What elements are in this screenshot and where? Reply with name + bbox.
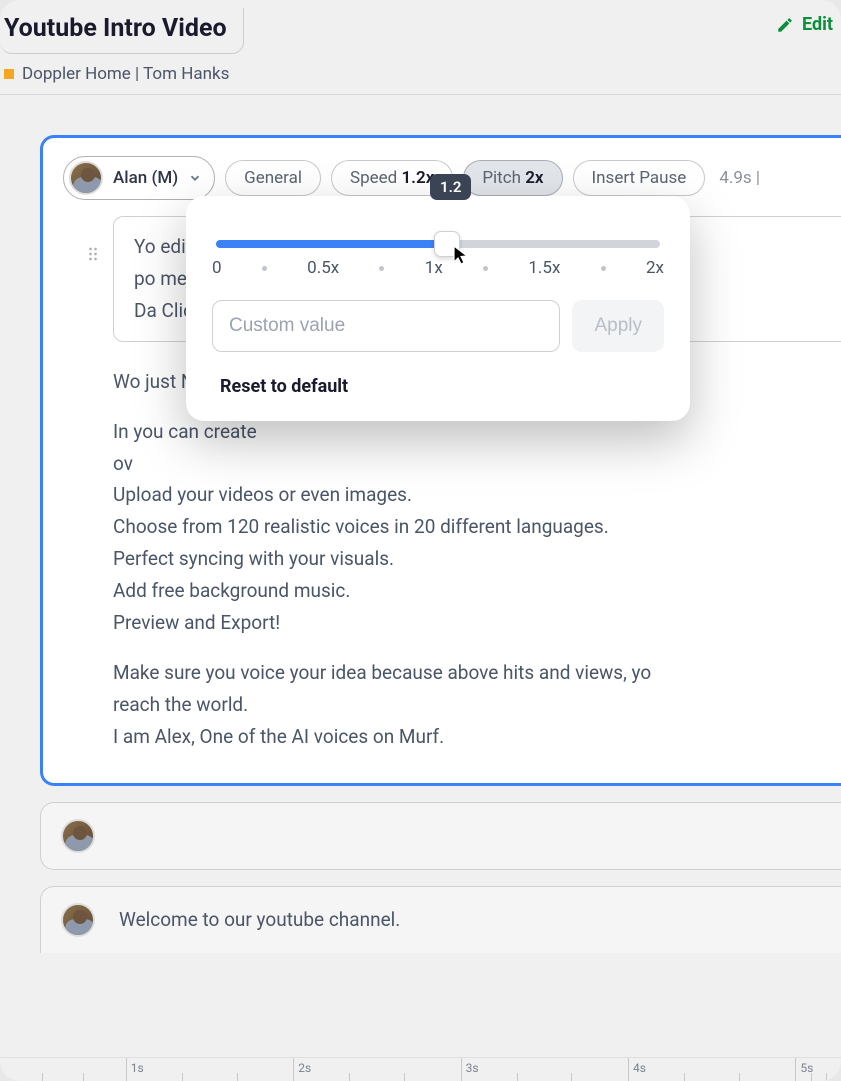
chevron-down-icon [188, 171, 202, 185]
header-divider [0, 94, 841, 95]
slider-fill [216, 240, 447, 248]
timeline-ruler[interactable]: 1s 2s 3s 4s 5s [0, 1057, 841, 1081]
avatar [61, 819, 95, 853]
timeline-segment: 4s [628, 1058, 795, 1081]
text-line: Perfect syncing with your visuals. [113, 543, 841, 575]
duration-label: 4.9s | [715, 168, 760, 188]
tick-label: 1x [425, 258, 443, 278]
timeline-segment: 5s [795, 1058, 841, 1081]
pitch-label: Pitch [482, 168, 521, 188]
tick-label: 0 [212, 258, 222, 278]
secondary-block[interactable]: Welcome to our youtube channel. [40, 886, 841, 953]
tick-label: 2x [646, 258, 664, 278]
insert-pause-pill[interactable]: Insert Pause [573, 160, 706, 196]
edit-label: Edit [802, 14, 833, 35]
slider-tooltip: 1.2 [430, 174, 471, 200]
slider-tick-labels: 0 0.5x 1x 1.5x 2x [212, 258, 664, 278]
secondary-text: Welcome to our youtube channel. [119, 908, 400, 931]
text-paragraph[interactable]: Make sure you voice your idea because ab… [113, 657, 841, 689]
voice-name-label: Alan (M) [113, 168, 178, 188]
tick-dot-icon [379, 266, 384, 271]
breadcrumb: Doppler Home | Tom Hanks [0, 54, 841, 94]
tick-dot-icon [262, 266, 267, 271]
timeline-segment: 2s [293, 1058, 460, 1081]
text-paragraph[interactable]: I am Alex, One of the AI voices on Murf. [113, 721, 841, 753]
tick-dot-icon [483, 266, 488, 271]
timeline-segment [0, 1058, 126, 1081]
timeline-segment: 3s [461, 1058, 628, 1081]
drag-handle-icon[interactable] [83, 244, 103, 264]
text-line: Add free background music. [113, 575, 841, 607]
timeline-segment: 1s [126, 1058, 293, 1081]
tick-label: 0.5x [307, 258, 339, 278]
secondary-block-empty[interactable] [40, 802, 841, 870]
speed-popover: 1.2 0 0.5x 1x 1.5x 2x Apply Reset to def… [186, 196, 690, 421]
avatar [61, 903, 95, 937]
page-title: Youtube Intro Video [0, 14, 227, 43]
text-line: Choose from 120 realistic voices in 20 d… [113, 511, 841, 543]
speed-label: Speed [350, 168, 397, 188]
text-line: Preview and Export! [113, 607, 841, 639]
avatar [69, 161, 103, 195]
text-paragraph[interactable]: Upload your videos or even images. Choos… [113, 479, 841, 639]
tick-label: 1.5x [528, 258, 560, 278]
speed-slider-track[interactable] [216, 240, 660, 248]
voice-selector[interactable]: Alan (M) [63, 156, 215, 200]
text-line: Upload your videos or even images. [113, 479, 841, 511]
tick-dot-icon [601, 266, 606, 271]
folder-marker-icon [4, 69, 14, 79]
custom-value-input[interactable] [212, 300, 560, 352]
general-pill[interactable]: General [225, 160, 321, 196]
slider-thumb[interactable] [434, 231, 460, 257]
pencil-icon [776, 16, 794, 34]
pitch-value: 2x [525, 168, 543, 188]
edit-button[interactable]: Edit [776, 14, 833, 35]
pitch-pill[interactable]: Pitch 2x [463, 160, 562, 196]
apply-button[interactable]: Apply [572, 300, 664, 352]
reset-default-link[interactable]: Reset to default [212, 376, 664, 397]
text-paragraph[interactable]: ov [113, 448, 841, 480]
breadcrumb-text: Doppler Home | Tom Hanks [22, 64, 229, 84]
text-paragraph[interactable]: reach the world. [113, 689, 841, 721]
